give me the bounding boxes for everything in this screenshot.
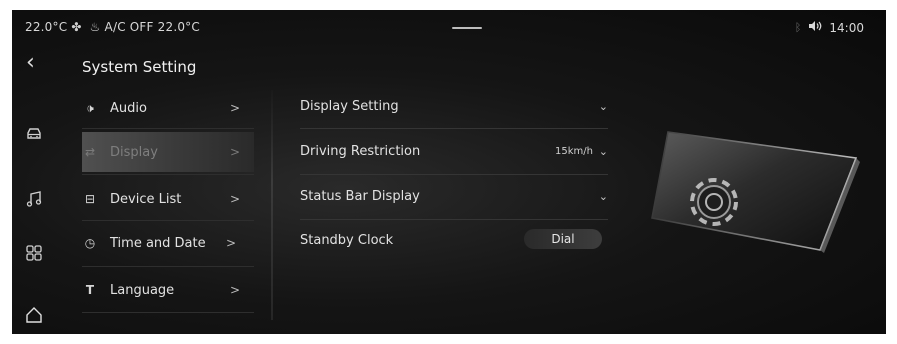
divider bbox=[82, 312, 254, 313]
menu-item-label: Audio bbox=[110, 100, 147, 116]
panel-divider bbox=[271, 90, 273, 320]
display-setting-row[interactable]: Display Setting ⌄ bbox=[300, 84, 608, 128]
menu-item-label: Time and Date bbox=[110, 235, 206, 251]
divider bbox=[82, 220, 254, 221]
seat-heat-icon: ♨ bbox=[89, 20, 101, 34]
row-value: 15km/h bbox=[555, 145, 593, 157]
display-illustration bbox=[642, 110, 882, 260]
ac-status: A/C OFF bbox=[104, 20, 154, 34]
menu-item-label: Display bbox=[110, 144, 158, 160]
chevron-down-icon: ⌄ bbox=[598, 144, 608, 158]
home-icon[interactable] bbox=[25, 306, 43, 324]
infotainment-screen: 22.0°C ✤ ♨ A/C OFF 22.0°C ᛒ 14:00 ‹ Syst… bbox=[12, 10, 886, 334]
driving-restriction-row[interactable]: Driving Restriction 15km/h ⌄ bbox=[300, 129, 608, 173]
chevron-down-icon: ⌄ bbox=[598, 189, 608, 203]
row-label: Display Setting bbox=[300, 98, 399, 114]
chevron-right-icon: > bbox=[226, 236, 237, 250]
chevron-right-icon: > bbox=[230, 145, 241, 159]
standby-clock-toggle[interactable]: Dial bbox=[524, 229, 602, 249]
chevron-right-icon: > bbox=[230, 101, 241, 115]
row-label: Driving Restriction bbox=[300, 143, 421, 159]
chevron-down-icon: ⌄ bbox=[598, 99, 608, 113]
music-icon[interactable] bbox=[25, 190, 43, 208]
sliders-icon: ⇄ bbox=[84, 145, 96, 159]
divider bbox=[82, 128, 254, 129]
fan-icon: ✤ bbox=[71, 20, 82, 34]
back-icon[interactable]: ‹ bbox=[26, 52, 35, 74]
clock-time: 14:00 bbox=[829, 20, 864, 35]
menu-item-language[interactable]: T Language > bbox=[82, 270, 254, 310]
chevron-right-icon: > bbox=[230, 192, 241, 206]
menu-item-time-and-date[interactable]: ◷ Time and Date > bbox=[82, 223, 254, 263]
menu-item-audio[interactable]: 🕩 Audio > bbox=[82, 88, 254, 128]
menu-item-label: Device List bbox=[110, 191, 182, 207]
menu-item-label: Language bbox=[110, 282, 175, 298]
car-icon[interactable] bbox=[25, 124, 43, 142]
left-temperature: 22.0°C bbox=[25, 20, 68, 34]
page-title: System Setting bbox=[82, 58, 197, 76]
climate-status[interactable]: 22.0°C ✤ ♨ A/C OFF 22.0°C bbox=[25, 20, 200, 34]
row-label: Status Bar Display bbox=[300, 188, 420, 204]
clock-icon: ◷ bbox=[84, 236, 96, 250]
chevron-right-icon: > bbox=[230, 283, 241, 297]
bluetooth-icon: ᛒ bbox=[794, 21, 802, 34]
speaker-icon: 🕩 bbox=[86, 100, 94, 115]
status-bar-display-row[interactable]: Status Bar Display ⌄ bbox=[300, 174, 608, 218]
drag-handle[interactable] bbox=[452, 27, 482, 29]
divider bbox=[82, 266, 254, 267]
text-icon: T bbox=[85, 283, 95, 297]
menu-item-device-list[interactable]: ⊟ Device List > bbox=[82, 179, 254, 219]
divider bbox=[82, 174, 254, 175]
right-temperature: 22.0°C bbox=[157, 20, 200, 34]
menu-item-display[interactable]: ⇄ Display > bbox=[82, 132, 254, 172]
device-icon: ⊟ bbox=[84, 192, 96, 206]
status-right: ᛒ 14:00 bbox=[795, 20, 864, 35]
volume-icon bbox=[808, 20, 822, 35]
apps-icon[interactable] bbox=[25, 244, 43, 262]
